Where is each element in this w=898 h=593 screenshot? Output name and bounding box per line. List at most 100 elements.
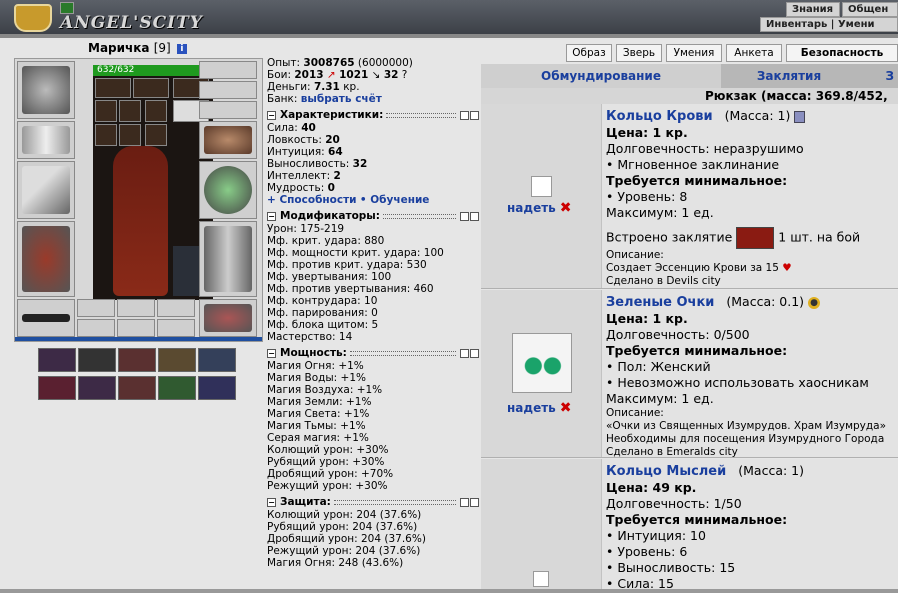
bank-select-link[interactable]: выбрать счёт [301,93,382,105]
item-price: Цена: 1 кр. [606,311,688,326]
collapse-icon[interactable]: − [267,497,276,507]
slot-helmet[interactable] [17,61,75,119]
section-characteristics-header[interactable]: − Характеристики: [267,109,479,121]
section-defense-header[interactable]: − Защита: [267,496,479,508]
top-bar: ANGEL'SCITY Знания Общен Инвентарь | Уме… [0,0,898,34]
slot-amulet[interactable] [199,81,257,99]
slot-legs[interactable] [199,221,257,297]
slot-extra-1[interactable] [77,299,115,317]
nav-knowledge[interactable]: Знания [786,2,840,17]
wear-link[interactable]: надеть ✖ [507,400,572,416]
money-label: Деньги: [267,81,311,93]
arrow-down-icon[interactable] [470,497,479,507]
tab-skills[interactable]: Умения [666,44,722,62]
collapse-icon[interactable]: − [267,211,276,221]
arrow-up-icon[interactable] [460,211,469,221]
tab-equipment[interactable]: Обмундирование [481,64,721,88]
site-logo: ANGEL'SCITY [60,13,203,33]
item-title[interactable]: Кольцо Мыслей [606,464,726,479]
desc-text: Создает Эссенцию Крови за 15 [606,262,779,274]
slot-extra-6[interactable] [157,319,195,337]
slot-scroll-3[interactable] [145,100,167,122]
training-link[interactable]: • Обучение [360,194,430,206]
bracers-icon [22,126,70,154]
slot-scroll-1[interactable] [95,100,117,122]
power-row: Магия Света: +1% [267,408,370,420]
item-requirement: • Уровень: 8 [606,189,688,204]
arrow-up-icon[interactable] [460,348,469,358]
tab-spells[interactable]: Заклятия [721,64,857,88]
arrow-down-icon[interactable] [470,110,479,120]
slot-bracers[interactable] [17,121,75,159]
modifier-row: Мф. увертывания: 100 [267,271,392,283]
hp-bar: 632/632 [93,65,213,76]
abilities-link[interactable]: + Способности [267,194,357,206]
skill-slot-9[interactable] [158,376,196,400]
slot-shield[interactable] [199,161,257,219]
skill-slot-7[interactable] [78,376,116,400]
skill-slot-8[interactable] [118,376,156,400]
slot-scroll-2[interactable] [119,100,141,122]
slot-rune-1[interactable] [95,78,131,98]
tab-profile[interactable]: Анкета [726,44,782,62]
nav-chat[interactable]: Общен [842,2,898,17]
ring-icon[interactable] [531,176,552,197]
item-mass: (Масса: 1) [724,108,791,123]
skill-slot-1[interactable] [38,348,76,372]
skill-slot-3[interactable] [118,348,156,372]
tab-more[interactable]: З [857,64,898,88]
skill-slot-5[interactable] [198,348,236,372]
arrow-up-icon[interactable] [460,110,469,120]
defense-row: Рубящий урон: 204 (37.6%) [267,521,418,533]
slot-scroll-6[interactable] [145,124,167,146]
skill-slot-2[interactable] [78,348,116,372]
section-power-header[interactable]: − Мощность: [267,347,479,359]
item-left-cell: надеть ✖ [481,290,602,457]
slot-rune-2[interactable] [133,78,169,98]
modifier-row: Мастерство: 14 [267,331,353,343]
skill-slot-4[interactable] [158,348,196,372]
slot-weapon[interactable] [17,161,75,219]
collapse-icon[interactable]: − [267,348,276,358]
slot-earrings[interactable] [199,61,257,79]
wear-link[interactable]: надеть ✖ [507,200,572,216]
slot-belt[interactable] [17,299,75,337]
slot-gloves[interactable] [199,121,257,159]
slot-extra-2[interactable] [117,299,155,317]
spell-icon[interactable] [736,227,775,249]
item-details: Зеленые Очки (Масса: 0.1) ● Цена: 1 кр. До… [606,294,898,459]
nav-inventory-skills[interactable]: Инвентарь | Умени [760,17,898,32]
slot-boots[interactable] [199,299,257,337]
slot-scroll-5[interactable] [119,124,141,146]
tab-pet[interactable]: Зверь [616,44,662,62]
slot-extra-5[interactable] [117,319,155,337]
slot-armor[interactable] [17,221,75,297]
wear-label[interactable]: надеть [507,201,556,215]
horizontal-scrollbar[interactable] [0,589,898,593]
delete-icon[interactable]: ✖ [560,200,572,216]
item-title[interactable]: Кольцо Крови [606,109,713,124]
skill-slot-6[interactable] [38,376,76,400]
arrow-up-icon[interactable] [460,497,469,507]
arrow-down-icon[interactable] [470,211,479,221]
slot-scroll-4[interactable] [95,124,117,146]
goggles-icon[interactable] [512,333,572,393]
stat-links-row: + Способности • Обучение [267,194,479,206]
slot-extra-4[interactable] [77,319,115,337]
item-title[interactable]: Зеленые Очки [606,295,714,310]
ring-icon[interactable] [533,571,549,587]
slot-rings[interactable] [199,101,257,119]
info-icon[interactable]: i [176,43,187,54]
skill-slot-10[interactable] [198,376,236,400]
arrow-down-icon[interactable] [470,348,479,358]
section-title: Модификаторы: [280,210,380,222]
divider [383,213,456,219]
tab-image[interactable]: Образ [566,44,612,62]
stat-row: Ловкость: 20 [267,134,340,146]
section-modifiers-header[interactable]: − Модификаторы: [267,210,479,222]
slot-extra-3[interactable] [157,299,195,317]
tab-security[interactable]: Безопасность [786,44,898,62]
collapse-icon[interactable]: − [267,110,276,120]
delete-icon[interactable]: ✖ [560,400,572,416]
wear-label[interactable]: надеть [507,401,556,415]
